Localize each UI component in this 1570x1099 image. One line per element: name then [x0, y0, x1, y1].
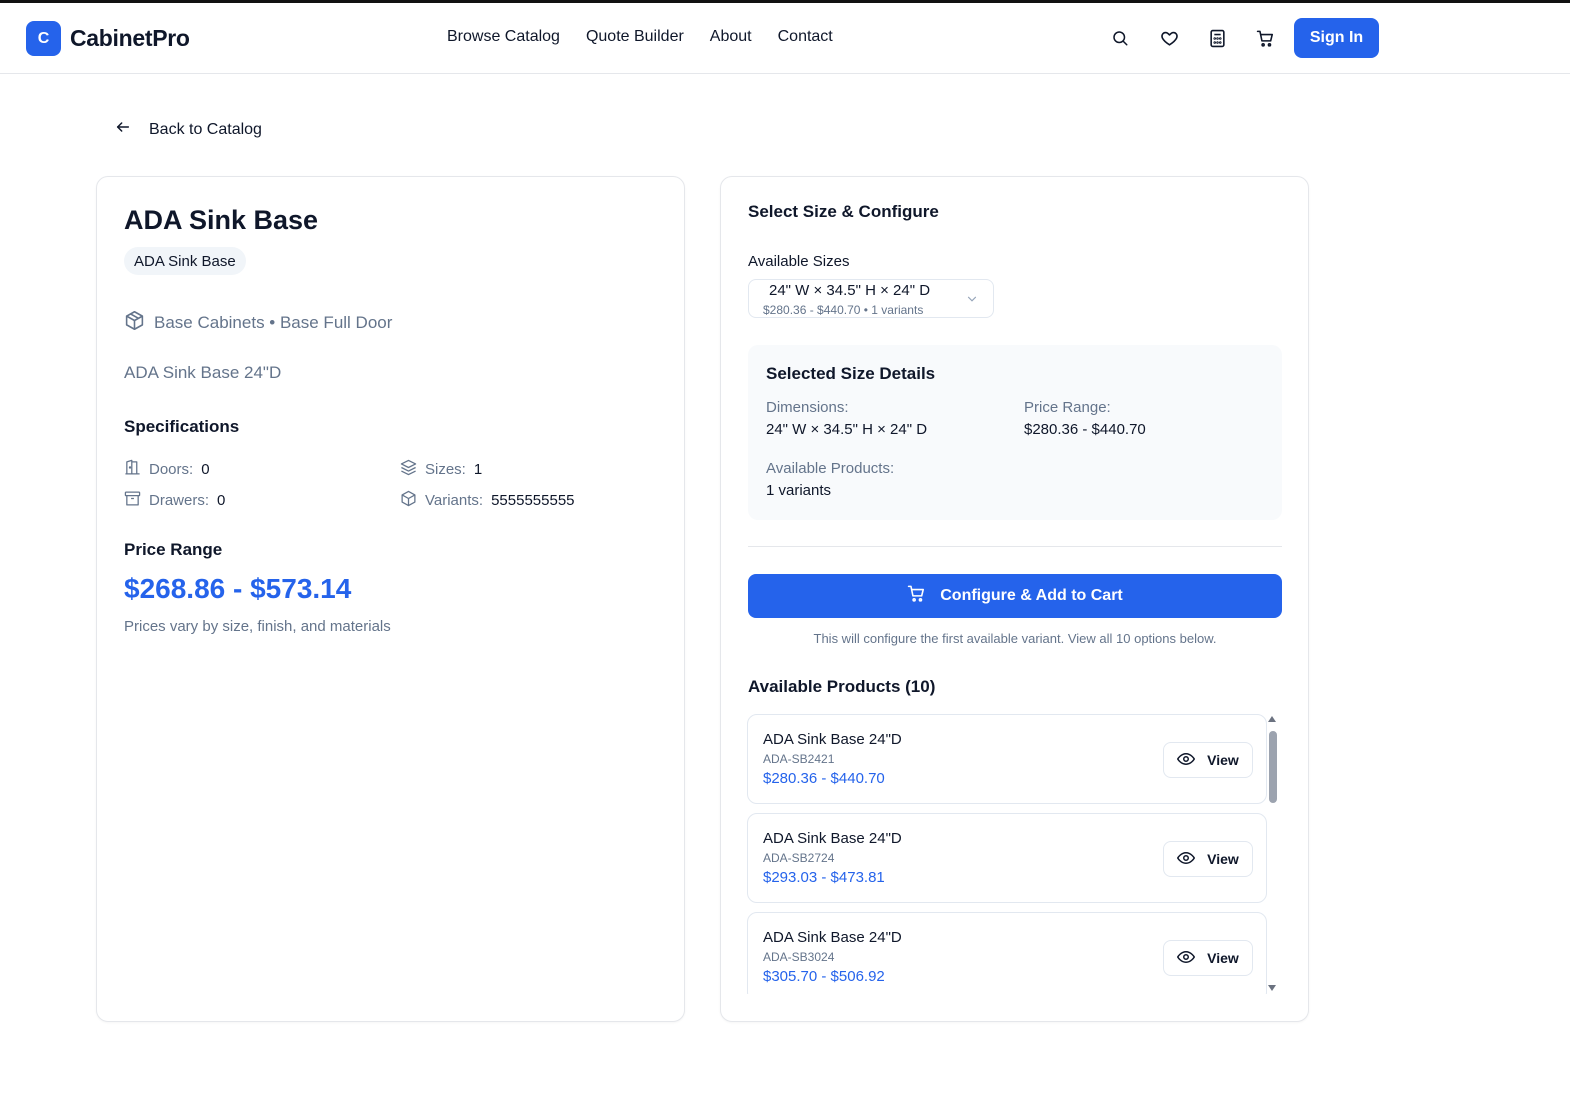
details-heading: Selected Size Details: [766, 364, 936, 383]
list-item: ADA Sink Base 24"D ADA-SB2724 $293.03 - …: [747, 813, 1267, 903]
package-icon: [400, 490, 417, 511]
dimensions-value: 24" W × 34.5" H × 24" D: [766, 421, 928, 438]
chevron-down-icon: [965, 292, 979, 311]
variants-label: Variants:: [425, 492, 484, 509]
selected-size-details: Selected Size Details Dimensions: 24" W …: [748, 345, 1282, 520]
available-products-value: 1 variants: [766, 482, 832, 499]
archive-icon: [124, 490, 141, 511]
product-title: ADA Sink Base: [124, 205, 319, 235]
nav-quote-builder[interactable]: Quote Builder: [586, 28, 684, 46]
heart-icon[interactable]: [1158, 27, 1180, 49]
nav-browse-catalog[interactable]: Browse Catalog: [447, 28, 560, 46]
back-link-label: Back to Catalog: [149, 120, 262, 138]
price-range-value: $268.86 - $573.14: [124, 573, 352, 604]
product-description: ADA Sink Base 24"D: [124, 363, 282, 382]
price-range-detail: $280.36 - $440.70: [1024, 421, 1146, 438]
product-price: $293.03 - $473.81: [763, 869, 885, 886]
product-list[interactable]: ADA Sink Base 24"D ADA-SB2421 $280.36 - …: [747, 714, 1288, 994]
cart-icon[interactable]: [1254, 27, 1276, 49]
calculator-icon[interactable]: [1206, 27, 1228, 49]
site-header: C CabinetPro Browse Catalog Quote Builde…: [0, 3, 1570, 74]
selected-size-sub: $280.36 - $440.70 • 1 variants: [763, 303, 924, 317]
size-select[interactable]: 24" W × 34.5" H × 24" D $280.36 - $440.7…: [748, 279, 994, 318]
scrollbar-thumb[interactable]: [1269, 731, 1277, 803]
product-price: $305.70 - $506.92: [763, 968, 885, 985]
view-label: View: [1207, 851, 1239, 867]
price-note: Prices vary by size, finish, and materia…: [124, 618, 391, 635]
spec-drawers: Drawers: 0: [124, 490, 225, 511]
price-range-heading: Price Range: [124, 540, 223, 559]
scroll-down-arrow[interactable]: [1268, 985, 1276, 991]
configure-heading: Select Size & Configure: [748, 202, 939, 221]
eye-icon: [1177, 849, 1196, 870]
available-products-label: Available Products:: [766, 460, 895, 477]
doors-value: 0: [201, 461, 210, 478]
layers-icon: [400, 459, 417, 480]
doors-label: Doors:: [149, 461, 194, 478]
sizes-value: 1: [473, 461, 483, 478]
eye-icon: [1177, 750, 1196, 771]
product-info-card: ADA Sink Base ADA Sink Base Base Cabinet…: [96, 176, 685, 1022]
available-products-heading: Available Products (10): [748, 677, 936, 696]
box-icon: [124, 310, 145, 336]
price-range-label: Price Range:: [1024, 399, 1111, 416]
available-sizes-label: Available Sizes: [748, 253, 850, 270]
nav-contact[interactable]: Contact: [778, 28, 833, 46]
door-icon: [124, 459, 141, 480]
list-item: ADA Sink Base 24"D ADA-SB2421 $280.36 - …: [747, 714, 1267, 804]
search-icon[interactable]: [1109, 27, 1131, 49]
cart-icon: [907, 584, 926, 608]
sizes-label: Sizes:: [425, 461, 466, 478]
drawers-label: Drawers:: [149, 492, 210, 509]
spec-doors: Doors: 0: [124, 459, 210, 480]
list-item: ADA Sink Base 24"D ADA-SB3024 $305.70 - …: [747, 912, 1267, 994]
configure-add-to-cart-button[interactable]: Configure & Add to Cart: [748, 574, 1282, 618]
dimensions-label: Dimensions:: [766, 399, 849, 416]
arrow-left-icon: [115, 119, 131, 140]
product-category: Base Cabinets • Base Full Door: [124, 310, 392, 336]
product-name: ADA Sink Base 24"D: [763, 830, 902, 847]
view-button[interactable]: View: [1163, 742, 1253, 778]
product-name: ADA Sink Base 24"D: [763, 731, 902, 748]
product-sku: ADA-SB2724: [763, 851, 835, 865]
view-label: View: [1207, 950, 1239, 966]
view-button[interactable]: View: [1163, 841, 1253, 877]
brand-name[interactable]: CabinetPro: [70, 25, 190, 52]
spec-sizes: Sizes: 1: [400, 459, 482, 480]
category-text: Base Cabinets • Base Full Door: [154, 313, 393, 332]
cta-label: Configure & Add to Cart: [940, 587, 1123, 604]
sign-in-button[interactable]: Sign In: [1294, 18, 1379, 58]
view-label: View: [1207, 752, 1239, 768]
product-sku: ADA-SB2421: [763, 752, 835, 766]
spec-variants: Variants: 5555555555: [400, 490, 575, 511]
drawers-value: 0: [217, 492, 226, 509]
main-nav: Browse Catalog Quote Builder About Conta…: [447, 28, 833, 46]
product-name: ADA Sink Base 24"D: [763, 929, 902, 946]
product-badge: ADA Sink Base: [124, 247, 246, 275]
nav-about[interactable]: About: [710, 28, 752, 46]
back-to-catalog-link[interactable]: Back to Catalog: [115, 119, 262, 140]
product-price: $280.36 - $440.70: [763, 770, 885, 787]
variants-value: 5555555555: [491, 492, 575, 509]
selected-size: 24" W × 34.5" H × 24" D: [769, 282, 931, 299]
product-sku: ADA-SB3024: [763, 950, 835, 964]
view-button[interactable]: View: [1163, 940, 1253, 976]
divider: [748, 546, 1282, 547]
eye-icon: [1177, 948, 1196, 969]
logo-mark[interactable]: C: [26, 21, 61, 56]
cta-note: This will configure the first available …: [813, 631, 1217, 646]
scroll-up-arrow[interactable]: [1268, 716, 1276, 722]
configure-card: Select Size & Configure Available Sizes …: [720, 176, 1309, 1022]
specifications-heading: Specifications: [124, 417, 240, 436]
